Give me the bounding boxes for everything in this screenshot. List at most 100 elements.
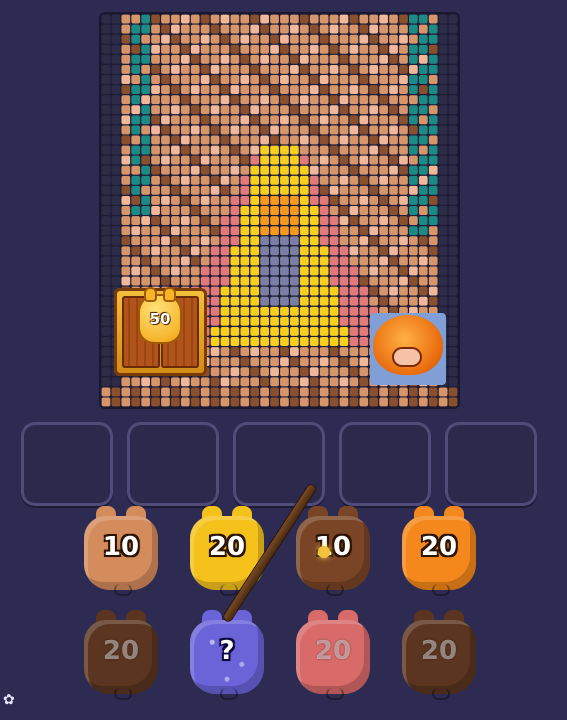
pixel-cell bbox=[200, 276, 210, 286]
pixel-cell bbox=[260, 64, 269, 74]
pixel-cell bbox=[200, 95, 210, 105]
pixel-cell bbox=[171, 246, 180, 256]
pixel-cell bbox=[359, 337, 369, 346]
pixel-cell bbox=[260, 326, 269, 336]
pixel-cell bbox=[309, 135, 319, 145]
pixel-cell bbox=[141, 155, 150, 165]
pixel-cell bbox=[180, 256, 190, 266]
queue-slot-2[interactable] bbox=[127, 422, 219, 506]
pixel-cell bbox=[270, 24, 279, 34]
pixel-cell bbox=[369, 105, 379, 115]
pixel-cell bbox=[339, 236, 349, 246]
pixel-cell bbox=[438, 14, 448, 24]
pixel-cell bbox=[299, 185, 309, 195]
pixel-cell bbox=[111, 175, 121, 185]
pixel-cell bbox=[220, 377, 230, 387]
pixel-cell bbox=[161, 216, 170, 226]
pixel-cell bbox=[240, 256, 250, 266]
pixel-cell bbox=[309, 367, 319, 377]
pixel-cell bbox=[409, 135, 418, 145]
pixel-cell bbox=[389, 256, 398, 266]
reward-chest[interactable]: 50 bbox=[114, 288, 207, 376]
queue-slot-4[interactable] bbox=[339, 422, 431, 506]
pixel-cell bbox=[309, 306, 319, 316]
pixel-cell bbox=[418, 236, 428, 246]
pixel-cell bbox=[329, 316, 339, 326]
pixel-cell bbox=[240, 286, 250, 296]
pixel-cell bbox=[161, 34, 170, 44]
pig-tail bbox=[220, 584, 238, 596]
pumpkin-pig-icon[interactable] bbox=[370, 313, 446, 385]
pixel-cell bbox=[339, 206, 349, 215]
pixel-cell bbox=[151, 24, 160, 34]
pixel-cell bbox=[369, 125, 379, 135]
pixel-cell bbox=[250, 54, 260, 64]
pixel-cell bbox=[240, 195, 250, 205]
pixel-cell bbox=[171, 54, 180, 64]
pixel-cell bbox=[270, 216, 279, 226]
pixel-cell bbox=[240, 64, 250, 74]
pixel-cell bbox=[309, 206, 319, 215]
pixel-cell bbox=[190, 54, 200, 64]
pixel-cell bbox=[190, 115, 200, 125]
pixel-cell bbox=[339, 337, 349, 346]
pixel-cell bbox=[448, 145, 458, 155]
pixel-cell bbox=[230, 135, 240, 145]
pig-shooter-3[interactable]: 10 bbox=[296, 506, 370, 596]
pixel-cell bbox=[309, 125, 319, 135]
pixel-cell bbox=[240, 34, 250, 44]
pixel-cell bbox=[270, 296, 279, 306]
pixel-cell bbox=[319, 326, 329, 336]
pixel-cell bbox=[210, 44, 220, 54]
pixel-cell bbox=[329, 306, 339, 316]
pixel-cell bbox=[369, 165, 379, 175]
pixel-cell bbox=[399, 397, 408, 407]
pixel-cell bbox=[409, 195, 418, 205]
pixel-cell bbox=[359, 34, 369, 44]
pixel-cell bbox=[428, 95, 438, 105]
pixel-cell bbox=[290, 337, 299, 346]
pixel-cell bbox=[171, 377, 180, 387]
queue-slot-5[interactable] bbox=[445, 422, 537, 506]
pixel-cell bbox=[240, 266, 250, 276]
pixel-cell bbox=[240, 296, 250, 306]
pixel-cell bbox=[290, 24, 299, 34]
pixel-cell bbox=[101, 296, 111, 306]
pixel-cell bbox=[329, 326, 339, 336]
pixel-cell bbox=[121, 125, 131, 135]
pixel-cell bbox=[270, 185, 279, 195]
pixel-cell bbox=[280, 387, 289, 397]
pixel-cell bbox=[299, 155, 309, 165]
pixel-cell bbox=[161, 155, 170, 165]
pixel-cell bbox=[409, 266, 418, 276]
pixel-cell bbox=[359, 276, 369, 286]
pixel-cell bbox=[121, 64, 131, 74]
pixel-cell bbox=[220, 195, 230, 205]
queue-slot-1[interactable] bbox=[21, 422, 113, 506]
pig-shooter-4[interactable]: 20 bbox=[402, 506, 476, 596]
pixel-cell bbox=[240, 326, 250, 336]
pixel-cell bbox=[180, 115, 190, 125]
pixel-cell bbox=[240, 54, 250, 64]
pixel-cell bbox=[349, 44, 359, 54]
pixel-cell bbox=[240, 155, 250, 165]
pig-shooter-1[interactable]: 10 bbox=[84, 506, 158, 596]
pixel-cell bbox=[369, 34, 379, 44]
pixel-cell bbox=[141, 75, 150, 84]
pixel-cell bbox=[309, 246, 319, 256]
pixel-cell bbox=[250, 64, 260, 74]
pixel-cell bbox=[359, 357, 369, 367]
pixel-cell bbox=[180, 14, 190, 24]
pixel-cell bbox=[428, 286, 438, 296]
pixel-cell bbox=[428, 246, 438, 256]
gear-icon[interactable]: ✿ bbox=[3, 692, 15, 708]
pixel-cell bbox=[379, 246, 388, 256]
pixel-cell bbox=[290, 397, 299, 407]
pixel-cell bbox=[121, 115, 131, 125]
pixel-cell bbox=[438, 155, 448, 165]
pixel-cell bbox=[399, 54, 408, 64]
pixel-cell bbox=[151, 105, 160, 115]
pixel-cell bbox=[210, 236, 220, 246]
pixel-cell bbox=[270, 175, 279, 185]
pixel-cell bbox=[428, 387, 438, 397]
